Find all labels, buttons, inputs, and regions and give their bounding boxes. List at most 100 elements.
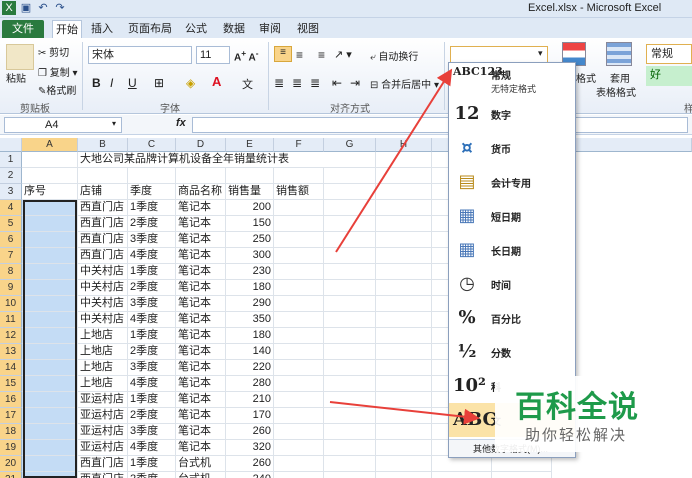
- number-format-item[interactable]: ½ 分数: [449, 335, 575, 369]
- column-header[interactable]: G: [324, 138, 376, 152]
- cell[interactable]: [376, 152, 432, 168]
- cell[interactable]: [376, 248, 432, 264]
- cell[interactable]: [274, 360, 324, 376]
- select-all-corner[interactable]: [0, 138, 22, 152]
- cell[interactable]: [274, 248, 324, 264]
- data-cell[interactable]: 笔记本: [176, 280, 226, 296]
- data-cell[interactable]: 350: [226, 312, 274, 328]
- tab-home[interactable]: 开始: [52, 20, 82, 38]
- data-cell[interactable]: 300: [226, 248, 274, 264]
- underline-icon[interactable]: U: [128, 76, 137, 90]
- number-format-item[interactable]: ▤ 会计专用: [449, 165, 575, 199]
- data-cell[interactable]: 笔记本: [176, 216, 226, 232]
- align-right-icon[interactable]: ≣: [310, 76, 320, 90]
- column-header[interactable]: A: [22, 138, 78, 152]
- data-cell[interactable]: 200: [226, 200, 274, 216]
- data-cell[interactable]: 320: [226, 440, 274, 456]
- formula-input[interactable]: [192, 117, 688, 133]
- cell[interactable]: [274, 456, 324, 472]
- data-cell[interactable]: 上地店: [78, 344, 128, 360]
- save-icon[interactable]: ▣: [19, 1, 33, 15]
- cell[interactable]: [376, 408, 432, 424]
- data-cell[interactable]: 140: [226, 344, 274, 360]
- redo-icon[interactable]: ↷: [53, 1, 67, 15]
- data-cell[interactable]: 1季度: [128, 328, 176, 344]
- data-cell[interactable]: 笔记本: [176, 440, 226, 456]
- cell[interactable]: [22, 200, 78, 216]
- cell[interactable]: [376, 232, 432, 248]
- cell[interactable]: [22, 440, 78, 456]
- data-cell[interactable]: 笔记本: [176, 328, 226, 344]
- cell[interactable]: [22, 344, 78, 360]
- cell[interactable]: [324, 200, 376, 216]
- row-header[interactable]: 10: [0, 296, 22, 312]
- data-cell[interactable]: 笔记本: [176, 392, 226, 408]
- cell[interactable]: [274, 264, 324, 280]
- fx-icon[interactable]: fx: [176, 117, 186, 129]
- data-cell[interactable]: 台式机: [176, 456, 226, 472]
- style-good[interactable]: 好: [646, 66, 692, 86]
- cell[interactable]: [376, 168, 432, 184]
- data-cell[interactable]: 180: [226, 280, 274, 296]
- cell[interactable]: [376, 376, 432, 392]
- format-painter-button[interactable]: ✎格式刷: [38, 82, 76, 97]
- cell[interactable]: [324, 280, 376, 296]
- cell[interactable]: [324, 248, 376, 264]
- cell[interactable]: [324, 424, 376, 440]
- cut-button[interactable]: ✂ 剪切: [38, 44, 69, 59]
- table-format-button-2[interactable]: 表格格式: [596, 84, 636, 99]
- data-cell[interactable]: 上地店: [78, 328, 128, 344]
- row-header[interactable]: 18: [0, 424, 22, 440]
- decrease-indent-icon[interactable]: ⇤: [332, 76, 342, 90]
- cell[interactable]: [22, 296, 78, 312]
- row-header[interactable]: 6: [0, 232, 22, 248]
- data-cell[interactable]: 笔记本: [176, 264, 226, 280]
- cell[interactable]: [432, 456, 492, 472]
- fill-color-icon[interactable]: ◈: [186, 76, 195, 90]
- data-cell[interactable]: 2季度: [128, 344, 176, 360]
- tab-formulas[interactable]: 公式: [182, 20, 210, 38]
- cell[interactable]: [22, 152, 78, 168]
- chevron-down-icon[interactable]: ▾: [538, 48, 543, 59]
- header-cell[interactable]: 序号: [22, 184, 78, 200]
- header-cell[interactable]: 商品名称: [176, 184, 226, 200]
- cell[interactable]: [22, 424, 78, 440]
- header-cell[interactable]: 店铺: [78, 184, 128, 200]
- number-format-item[interactable]: % 百分比: [449, 301, 575, 335]
- data-cell[interactable]: 260: [226, 456, 274, 472]
- number-format-item[interactable]: ▦ 长日期: [449, 233, 575, 267]
- cell[interactable]: [324, 152, 376, 168]
- align-center-icon[interactable]: ≣: [292, 76, 302, 90]
- column-header[interactable]: B: [78, 138, 128, 152]
- cell[interactable]: [324, 296, 376, 312]
- italic-icon[interactable]: I: [110, 76, 113, 90]
- row-header[interactable]: 5: [0, 216, 22, 232]
- data-cell[interactable]: 210: [226, 392, 274, 408]
- cell[interactable]: [128, 168, 176, 184]
- conditional-format-button[interactable]: 格式: [576, 70, 596, 85]
- phonetic-icon[interactable]: 文: [242, 76, 253, 92]
- cell[interactable]: [274, 376, 324, 392]
- cell[interactable]: [274, 296, 324, 312]
- number-format-item[interactable]: ◷ 时间: [449, 267, 575, 301]
- cell[interactable]: [324, 392, 376, 408]
- cell[interactable]: [274, 408, 324, 424]
- cell[interactable]: [376, 280, 432, 296]
- cell[interactable]: [324, 232, 376, 248]
- cell[interactable]: [176, 168, 226, 184]
- header-cell[interactable]: 季度: [128, 184, 176, 200]
- row-header[interactable]: 16: [0, 392, 22, 408]
- data-cell[interactable]: 4季度: [128, 440, 176, 456]
- cell[interactable]: [376, 344, 432, 360]
- data-cell[interactable]: 220: [226, 360, 274, 376]
- data-cell[interactable]: 笔记本: [176, 248, 226, 264]
- row-header[interactable]: 7: [0, 248, 22, 264]
- cell[interactable]: [376, 424, 432, 440]
- cell[interactable]: [22, 376, 78, 392]
- cell[interactable]: [274, 472, 324, 478]
- font-name-select[interactable]: 宋体: [88, 46, 192, 64]
- merge-center-button[interactable]: ⊟ 合并后居中 ▾: [370, 76, 439, 91]
- number-format-item[interactable]: ▦ 短日期: [449, 199, 575, 233]
- cell[interactable]: [22, 456, 78, 472]
- cell[interactable]: [324, 360, 376, 376]
